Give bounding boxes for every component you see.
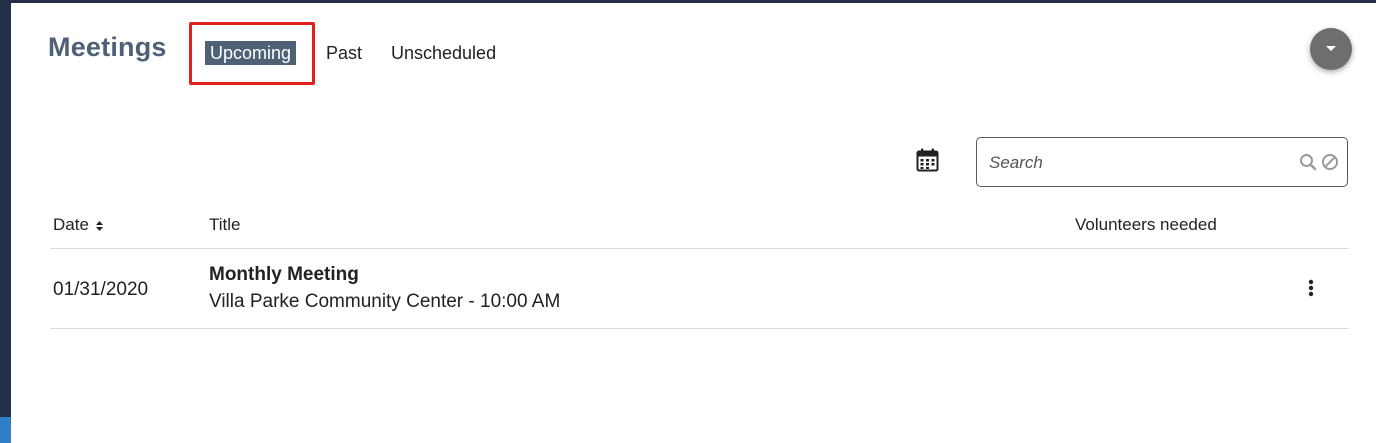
page-title: Meetings <box>48 32 167 62</box>
left-rail <box>0 0 11 443</box>
tab-upcoming[interactable]: Upcoming <box>205 41 297 65</box>
kebab-menu-icon <box>1308 279 1314 297</box>
tab-past[interactable]: Past <box>326 41 362 65</box>
search-box <box>976 137 1348 187</box>
clear-icon[interactable] <box>1321 153 1339 171</box>
column-header-date[interactable]: Date <box>53 215 104 235</box>
column-header-date-label: Date <box>53 215 89 234</box>
calendar-icon[interactable] <box>916 148 939 172</box>
row-date: 01/31/2020 <box>53 279 149 300</box>
chevron-down-icon <box>1326 46 1336 51</box>
options-menu-button[interactable] <box>1310 28 1352 70</box>
search-icon[interactable] <box>1299 153 1317 171</box>
search-input[interactable] <box>987 150 1291 176</box>
left-rail-accent <box>0 417 11 443</box>
table-divider <box>50 328 1349 329</box>
top-rail <box>0 0 1376 3</box>
row-actions-button[interactable] <box>1302 278 1320 298</box>
column-header-title: Title <box>209 215 241 234</box>
search-icons <box>1299 153 1339 171</box>
table-divider <box>50 248 1349 249</box>
sort-icon <box>95 220 103 231</box>
tab-unscheduled[interactable]: Unscheduled <box>391 41 496 65</box>
app-frame: Meetings Upcoming Past Unscheduled Searc… <box>0 0 1376 443</box>
column-header-volunteers: Volunteers needed <box>1075 215 1217 234</box>
row-location: Villa Parke Community Center - 10:00 AM <box>209 291 561 312</box>
row-title-link[interactable]: Monthly Meeting <box>209 264 359 286</box>
